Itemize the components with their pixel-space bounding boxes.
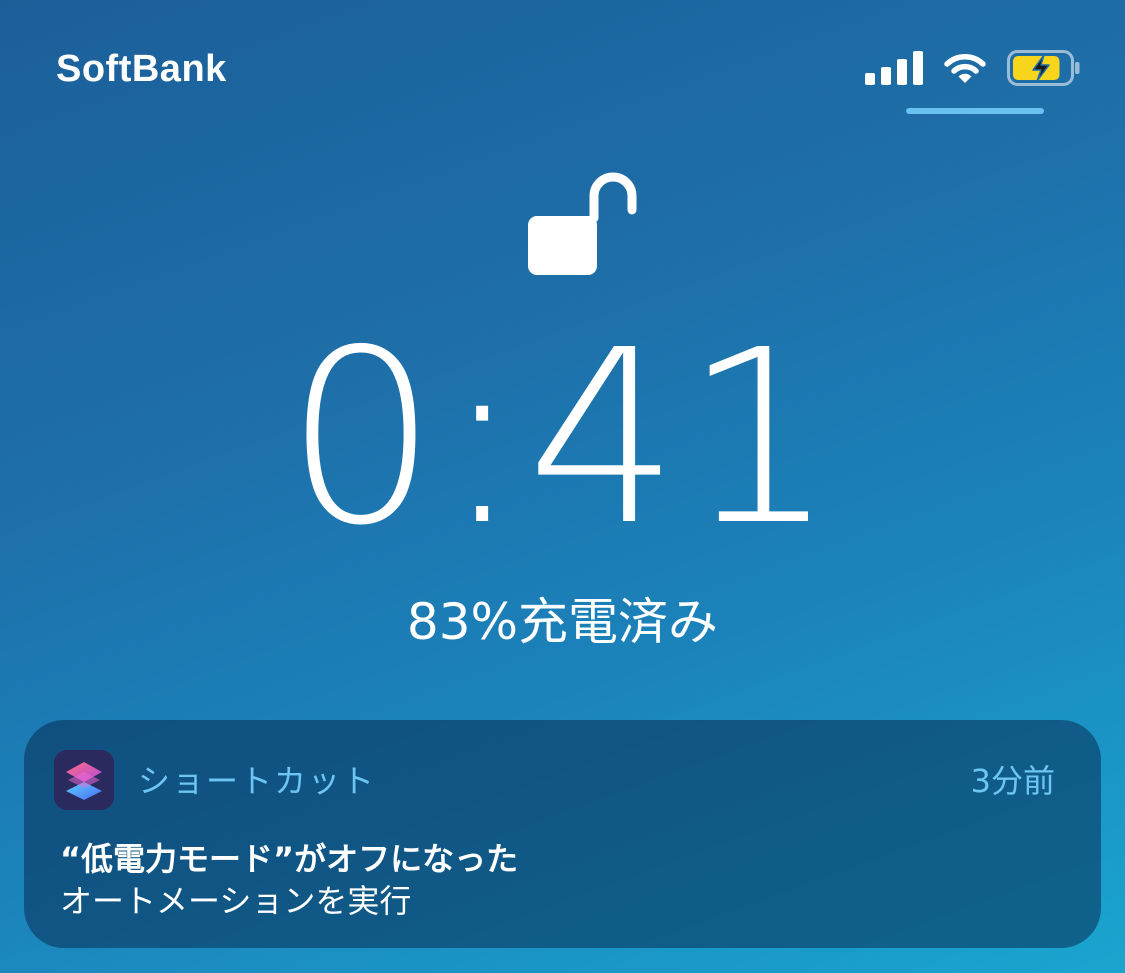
notification-title: “低電力モード”がオフになった [60, 840, 519, 878]
shortcuts-app-icon [54, 750, 114, 810]
notification-card[interactable]: ショートカット 3分前 “低電力モード”がオフになった オートメーションを実行 [24, 720, 1101, 948]
control-center-indicator[interactable] [906, 108, 1044, 114]
lock-screen-time: 0:41 [285, 298, 840, 578]
carrier-name: SoftBank [56, 48, 227, 90]
notification-app-name: ショートカット [138, 762, 377, 800]
notification-body: オートメーションを実行 [60, 882, 412, 920]
wifi-icon [944, 54, 986, 83]
notification-timestamp: 3分前 [970, 762, 1055, 800]
charge-status-text: 83%充電済み [406, 593, 719, 651]
battery-charging-icon [1007, 50, 1080, 86]
status-icons [865, 50, 1081, 86]
unlocked-padlock-icon [528, 172, 637, 275]
cellular-signal-icon [865, 51, 923, 85]
